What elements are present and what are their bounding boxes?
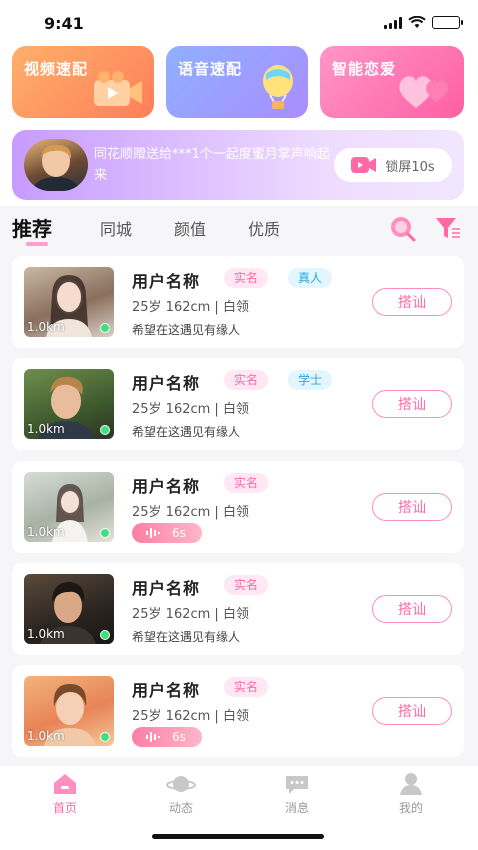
message-icon	[286, 776, 308, 794]
user-photo: 1.0km	[24, 676, 114, 746]
wifi-icon	[408, 16, 426, 28]
verified-badge: 实名	[224, 268, 269, 288]
battery-icon	[432, 16, 463, 29]
signal-icon	[384, 16, 402, 29]
tab-recommend[interactable]: 推荐	[12, 213, 52, 242]
tab-quality[interactable]: 优质	[248, 216, 280, 240]
video-camera-icon	[94, 71, 142, 106]
distance-label: 1.0km	[27, 525, 65, 539]
banner-text: 同花顺赠送给***1个一起度蜜月掌声响起来	[94, 147, 330, 183]
user-name: 用户名称	[132, 477, 201, 496]
tabbar-moments-label: 动态	[168, 801, 193, 815]
voice-match-card[interactable]: 语音速配	[166, 46, 308, 118]
video-icon	[351, 157, 377, 173]
tabbar-messages-label: 消息	[284, 801, 309, 815]
user-motto: 希望在这遇见有缘人	[132, 323, 241, 337]
gift-banner[interactable]: 同花顺赠送给***1个一起度蜜月掌声响起来 锁屏10s	[12, 130, 464, 200]
banner-avatar	[24, 139, 88, 191]
tabbar-home-label: 首页	[52, 801, 77, 815]
user-name: 用户名称	[132, 579, 201, 598]
chat-up-button[interactable]: 搭讪	[372, 595, 452, 623]
search-icon[interactable]	[388, 214, 416, 242]
user-info: 25岁 162cm | 白领	[132, 607, 249, 622]
online-dot	[100, 732, 110, 742]
online-dot	[100, 425, 110, 435]
user-photo: 1.0km	[24, 369, 114, 439]
status-bar: 9:41	[0, 0, 478, 46]
video-match-title: 视频速配	[24, 60, 89, 78]
user-motto: 希望在这遇见有缘人	[132, 425, 241, 439]
tab-looks[interactable]: 颜值	[174, 216, 206, 240]
user-card[interactable]: 1.0km 用户名称 实名 25岁 162cm | 白领 希望在这遇见有缘人 搭…	[12, 563, 464, 655]
planet-icon	[166, 776, 196, 792]
user-photo: 1.0km	[24, 472, 114, 542]
online-dot	[100, 528, 110, 538]
voice-duration: 6s	[172, 730, 186, 744]
user-info: 25岁 162cm | 白领	[132, 709, 249, 724]
user-photo: 1.0km	[24, 574, 114, 644]
user-card[interactable]: 1.0km 用户名称 实名 25岁 162cm | 白领 6s 搭讪	[12, 665, 464, 757]
verified-badge: 实名	[224, 370, 269, 390]
lock-screen-label: 锁屏10s	[385, 159, 435, 175]
chat-up-button[interactable]: 搭讪	[372, 493, 452, 521]
tabbar-profile-label: 我的	[398, 801, 423, 815]
hot-air-balloon-icon	[263, 65, 293, 109]
online-dot	[100, 630, 110, 640]
user-motto: 希望在这遇见有缘人	[132, 630, 241, 644]
tabbar-messages[interactable]: 消息	[267, 772, 327, 816]
user-name: 用户名称	[132, 272, 201, 291]
voice-match-title: 语音速配	[178, 60, 243, 78]
online-dot	[100, 323, 110, 333]
tab-active-indicator	[26, 242, 48, 246]
home-icon	[54, 774, 76, 794]
chat-up-button[interactable]: 搭讪	[372, 288, 452, 316]
verified-badge: 实名	[224, 677, 269, 697]
distance-label: 1.0km	[27, 422, 65, 436]
verified-badge: 实名	[224, 473, 269, 493]
distance-label: 1.0km	[27, 729, 65, 743]
tabbar-moments[interactable]: 动态	[151, 772, 211, 816]
chat-up-button[interactable]: 搭讪	[372, 390, 452, 418]
degree-badge: 学士	[288, 370, 333, 390]
profile-icon	[400, 773, 422, 795]
sound-wave-icon	[146, 528, 160, 538]
lock-screen-button[interactable]: 锁屏10s	[334, 148, 452, 182]
user-card[interactable]: 1.0km 用户名称 实名 25岁 162cm | 白领 6s 搭讪	[12, 461, 464, 553]
user-info: 25岁 162cm | 白领	[132, 505, 249, 520]
user-card[interactable]: 1.0km 用户名称 实名 真人 25岁 162cm | 白领 希望在这遇见有缘…	[12, 256, 464, 348]
filter-icon[interactable]	[434, 214, 462, 242]
top-area: 视频速配 语音速配 智能恋爱 同花顺赠送给***1个一起度蜜月掌声响起来 锁屏1…	[0, 46, 478, 206]
video-match-card[interactable]: 视频速配	[12, 46, 154, 118]
user-card[interactable]: 1.0km 用户名称 实名 学士 25岁 162cm | 白领 希望在这遇见有缘…	[12, 358, 464, 450]
tabbar-profile[interactable]: 我的	[381, 772, 441, 816]
user-info: 25岁 162cm | 白领	[132, 300, 249, 315]
voice-duration: 6s	[172, 526, 186, 540]
distance-label: 1.0km	[27, 320, 65, 334]
user-name: 用户名称	[132, 374, 201, 393]
status-icons	[384, 16, 463, 29]
real-person-badge: 真人	[288, 268, 333, 288]
tabbar-home[interactable]: 首页	[35, 772, 95, 816]
status-time: 9:41	[44, 14, 84, 33]
user-info: 25岁 162cm | 白领	[132, 402, 249, 417]
voice-intro-button[interactable]: 6s	[132, 523, 202, 543]
home-indicator	[152, 834, 324, 839]
verified-badge: 实名	[224, 575, 269, 595]
smart-love-title: 智能恋爱	[332, 60, 397, 78]
distance-label: 1.0km	[27, 627, 65, 641]
category-tabs: 推荐 同城 颜值 优质	[0, 206, 478, 252]
user-photo: 1.0km	[24, 267, 114, 337]
sound-wave-icon	[146, 732, 160, 742]
tab-same-city[interactable]: 同城	[100, 216, 132, 240]
voice-intro-button[interactable]: 6s	[132, 727, 202, 747]
chat-up-button[interactable]: 搭讪	[372, 697, 452, 725]
user-name: 用户名称	[132, 681, 201, 700]
hearts-icon	[399, 76, 448, 108]
smart-love-card[interactable]: 智能恋爱	[320, 46, 464, 118]
